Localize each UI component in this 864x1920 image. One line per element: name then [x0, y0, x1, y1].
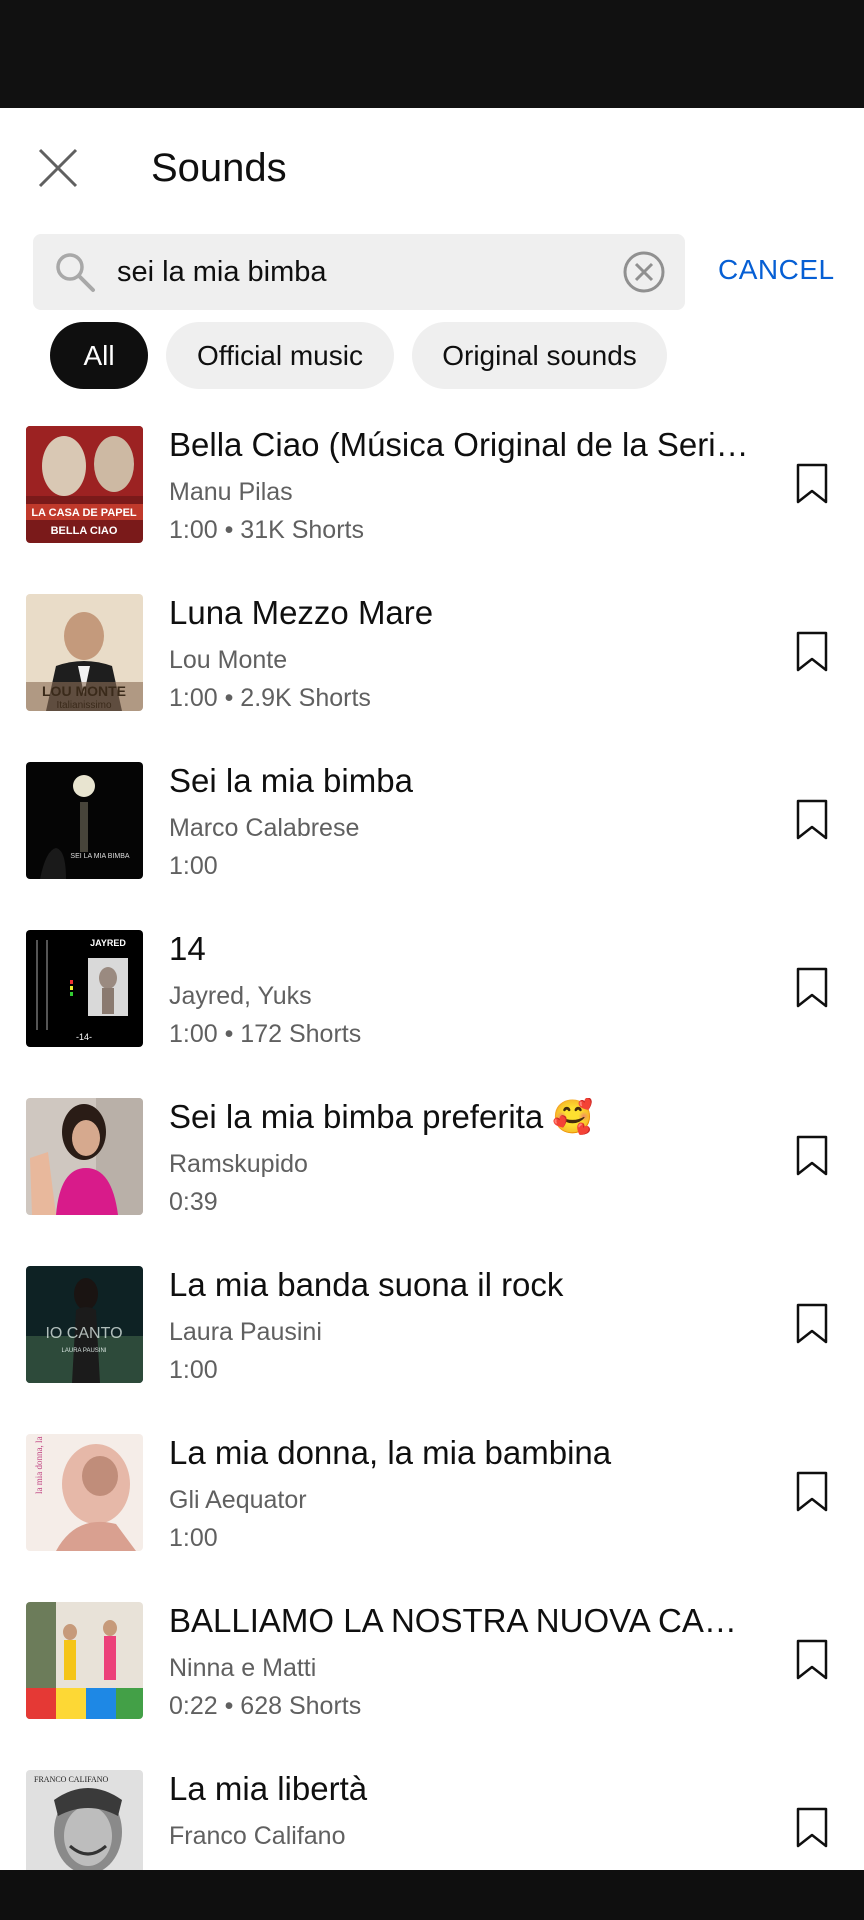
song-title: 14 — [169, 930, 206, 967]
song-title: Sei la mia bimba — [169, 762, 413, 799]
album-art: JAYRED -14- — [26, 930, 143, 1047]
page-title: Sounds — [151, 146, 287, 190]
song-artist: Franco Califano — [169, 1822, 346, 1850]
bookmark-button[interactable] — [794, 1134, 830, 1178]
filter-chips: All Official music Original sounds — [0, 322, 864, 392]
list-item[interactable]: LA CASA DE PAPEL BELLA CIAO Bella Ciao (… — [0, 426, 864, 594]
list-item[interactable]: LOU MONTE Italianissimo Luna Mezzo Mare … — [0, 594, 864, 762]
svg-text:FRANCO CALIFANO: FRANCO CALIFANO — [34, 1775, 109, 1784]
song-title: Sei la mia bimba preferita 🥰 — [169, 1098, 594, 1135]
bookmark-icon — [796, 967, 828, 1008]
song-meta: 0:22 • 628 Shorts — [169, 1692, 362, 1720]
cancel-button[interactable]: CANCEL — [718, 254, 835, 286]
list-item[interactable]: FRANCO CALIFANO La mia libertà Franco Ca… — [0, 1770, 864, 1870]
song-meta: 0:39 — [169, 1188, 218, 1216]
song-meta: 1:00 — [169, 852, 218, 880]
song-meta: 1:00 • 2.9K Shorts — [169, 684, 371, 712]
bookmark-button[interactable] — [794, 1806, 830, 1850]
chip-original-sounds[interactable]: Original sounds — [412, 322, 667, 389]
chip-official-music[interactable]: Official music — [166, 322, 394, 389]
svg-text:IO CANTO: IO CANTO — [45, 1325, 122, 1342]
song-meta: 1:00 • 172 Shorts — [169, 1020, 362, 1048]
song-artist: Manu Pilas — [169, 478, 293, 506]
close-button[interactable] — [34, 144, 82, 192]
album-art: IO CANTO LAURA PAUSINI — [26, 1266, 143, 1383]
search-box[interactable] — [33, 234, 685, 310]
song-artist: Marco Calabrese — [169, 814, 360, 842]
svg-text:LOU MONTE: LOU MONTE — [42, 683, 126, 699]
close-icon — [38, 148, 78, 188]
svg-text:la mia donna, la mia bambina: la mia donna, la mia bambina — [34, 1434, 44, 1494]
svg-text:LAURA PAUSINI: LAURA PAUSINI — [62, 1348, 107, 1354]
sounds-sheet: Sounds CANCEL All Official music Origina… — [0, 108, 864, 1870]
album-art: la mia donna, la mia bambina — [26, 1434, 143, 1551]
album-art: LOU MONTE Italianissimo — [26, 594, 143, 711]
bookmark-button[interactable] — [794, 1302, 830, 1346]
svg-text:BELLA CIAO: BELLA CIAO — [51, 525, 118, 537]
svg-text:LA CASA DE PAPEL: LA CASA DE PAPEL — [31, 507, 137, 519]
search-icon — [56, 253, 95, 292]
bookmark-button[interactable] — [794, 630, 830, 674]
bookmark-button[interactable] — [794, 1470, 830, 1514]
bookmark-icon — [796, 1639, 828, 1680]
bookmark-icon — [796, 1807, 828, 1848]
bookmark-button[interactable] — [794, 462, 830, 506]
song-artist: Laura Pausini — [169, 1318, 322, 1346]
song-title: Bella Ciao (Música Original de la Serie.… — [169, 426, 759, 463]
song-title: BALLIAMO LA NOSTRA NUOVA CANZ... — [169, 1602, 759, 1639]
album-art: SEI LA MIA BIMBA — [26, 762, 143, 879]
song-meta: 1:00 — [169, 1356, 218, 1384]
search-input[interactable] — [117, 248, 597, 296]
list-item[interactable]: JAYRED -14- 14 Jayred, Yuks 1:00 • 172 S… — [0, 930, 864, 1098]
bookmark-button[interactable] — [794, 798, 830, 842]
bookmark-icon — [796, 1135, 828, 1176]
search-row: CANCEL — [0, 226, 864, 310]
song-artist: Ninna e Matti — [169, 1654, 317, 1682]
song-artist: Gli Aequator — [169, 1486, 307, 1514]
list-item[interactable]: IO CANTO LAURA PAUSINI La mia banda suon… — [0, 1266, 864, 1434]
svg-text:-14-: -14- — [76, 1032, 92, 1042]
bookmark-icon — [796, 1303, 828, 1344]
header: Sounds — [0, 108, 864, 228]
song-artist: Ramskupido — [169, 1150, 308, 1178]
list-item[interactable]: SEI LA MIA BIMBA Sei la mia bimba Marco … — [0, 762, 864, 930]
song-meta: 1:00 • 31K Shorts — [169, 516, 364, 544]
svg-text:JAYRED: JAYRED — [90, 938, 126, 948]
bookmark-icon — [796, 631, 828, 672]
album-art — [26, 1098, 143, 1215]
song-title: La mia libertà — [169, 1770, 368, 1807]
system-nav-bar — [0, 1870, 864, 1920]
song-artist: Lou Monte — [169, 646, 288, 674]
song-title: Luna Mezzo Mare — [169, 594, 434, 631]
bookmark-icon — [796, 799, 828, 840]
song-title: La mia donna, la mia bambina — [169, 1434, 612, 1471]
list-item[interactable]: BALLIAMO LA NOSTRA NUOVA CANZ... Ninna e… — [0, 1602, 864, 1770]
bookmark-icon — [796, 1471, 828, 1512]
bookmark-icon — [796, 463, 828, 504]
chip-all[interactable]: All — [50, 322, 148, 389]
album-art: FRANCO CALIFANO — [26, 1770, 143, 1870]
svg-text:SEI LA MIA BIMBA: SEI LA MIA BIMBA — [70, 853, 129, 860]
clear-icon[interactable] — [621, 249, 667, 295]
song-artist: Jayred, Yuks — [169, 982, 312, 1010]
bookmark-button[interactable] — [794, 966, 830, 1010]
album-art: LA CASA DE PAPEL BELLA CIAO — [26, 426, 143, 543]
list-item[interactable]: Sei la mia bimba preferita 🥰 Ramskupido … — [0, 1098, 864, 1266]
song-title: La mia banda suona il rock — [169, 1266, 564, 1303]
song-meta: 1:00 — [169, 1524, 218, 1552]
list-item[interactable]: la mia donna, la mia bambina La mia donn… — [0, 1434, 864, 1602]
album-art — [26, 1602, 143, 1719]
bookmark-button[interactable] — [794, 1638, 830, 1682]
svg-text:Italianissimo: Italianissimo — [56, 700, 111, 711]
status-bar — [0, 0, 864, 108]
